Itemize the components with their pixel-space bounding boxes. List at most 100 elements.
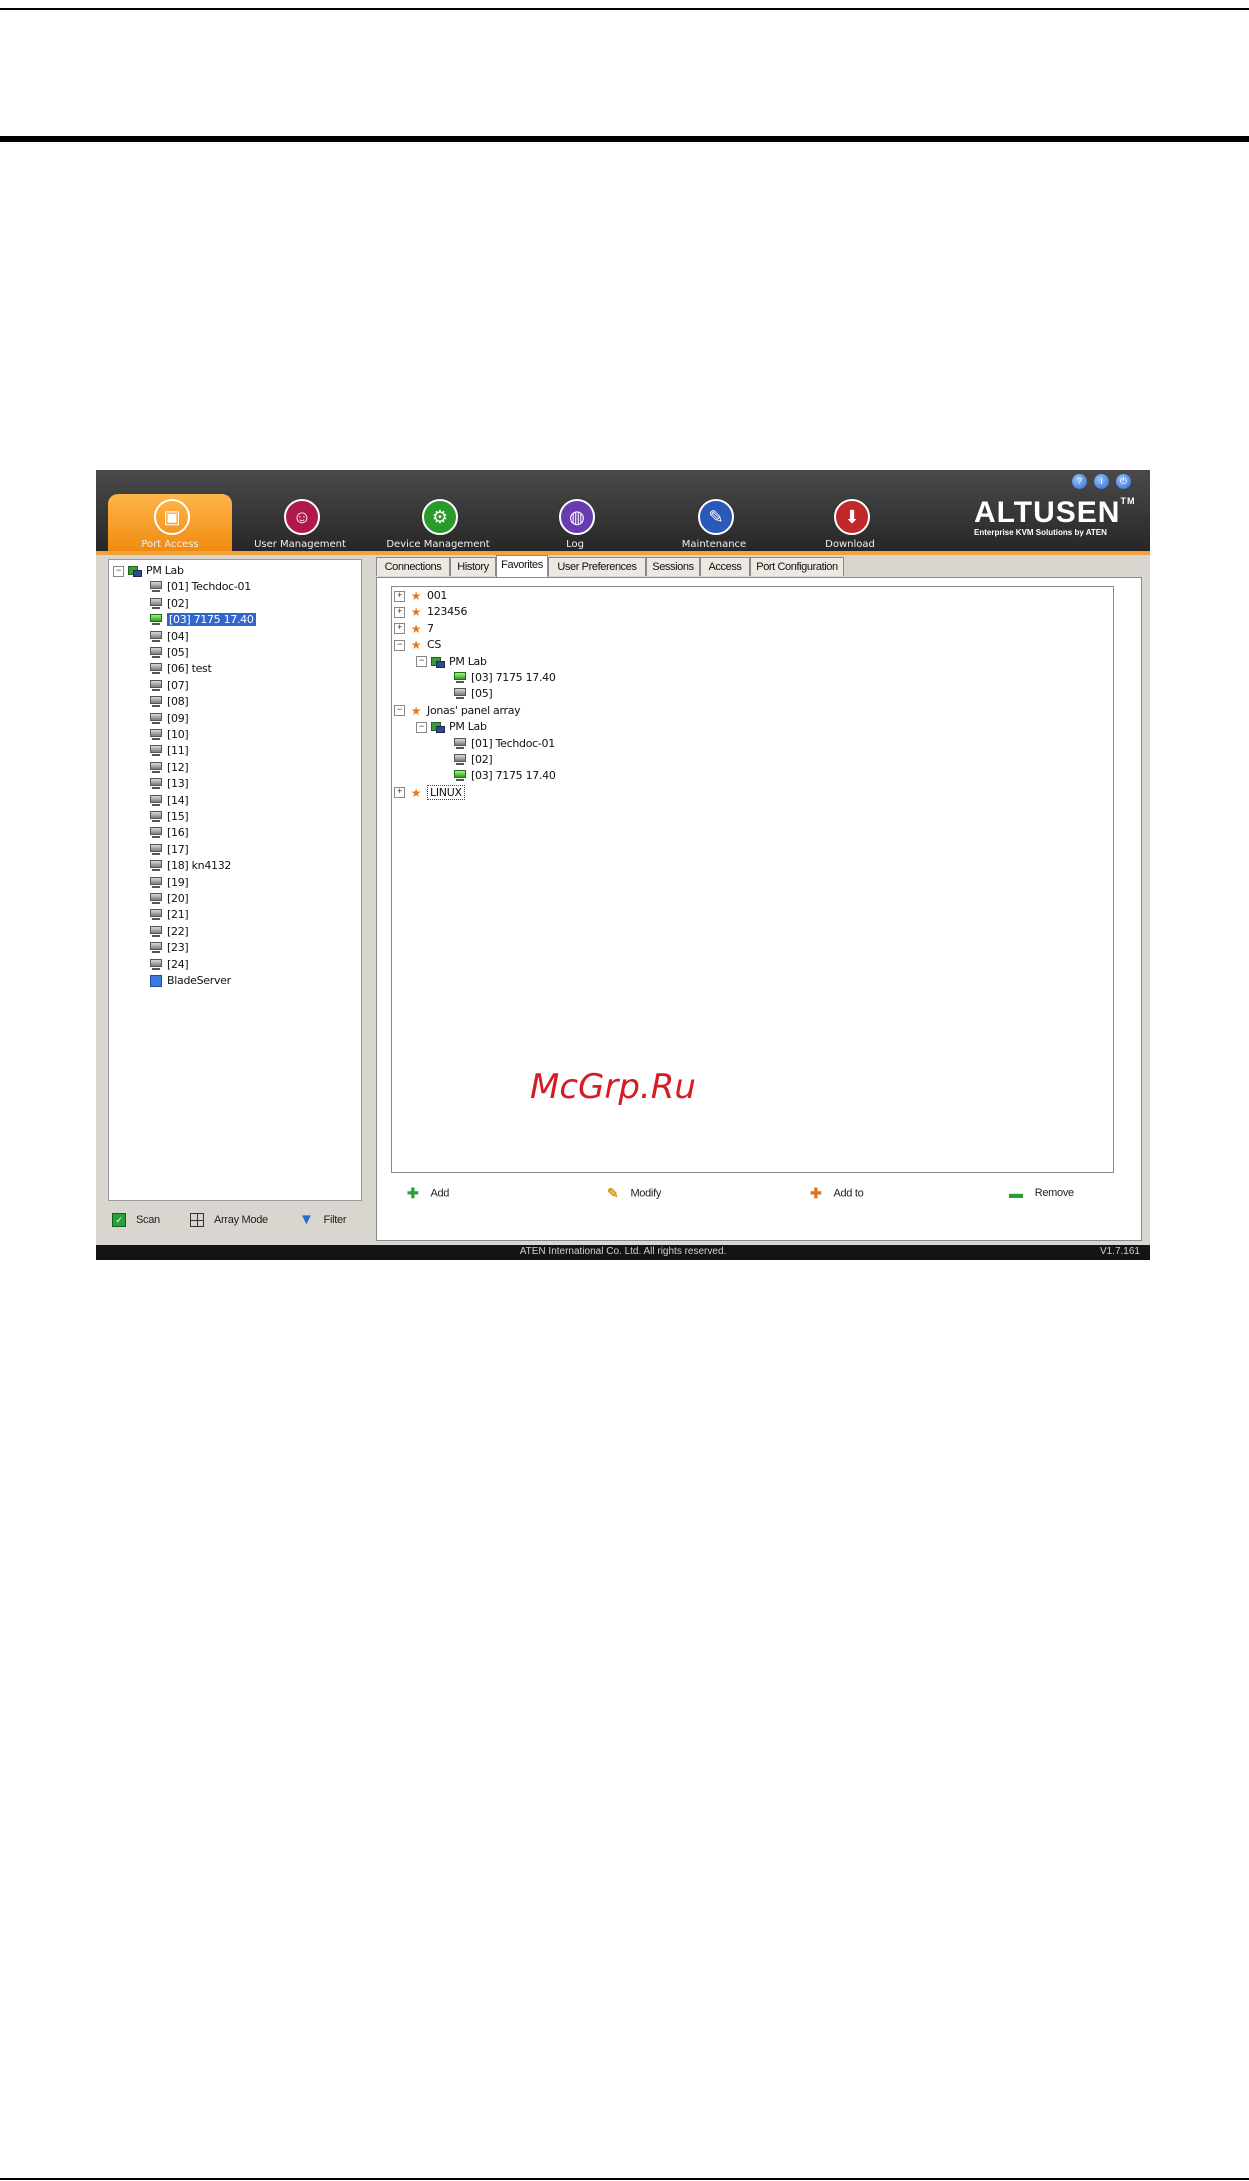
computer-port-icon: [149, 843, 163, 856]
port-item[interactable]: [14]: [149, 794, 189, 810]
computer-port-icon: [453, 770, 467, 782]
tab-connections[interactable]: Connections: [376, 557, 450, 576]
computer-port-icon: [453, 737, 467, 750]
port-item[interactable]: [15]: [149, 810, 189, 826]
port-item[interactable]: [06] test: [149, 662, 212, 678]
computer-port-icon: [149, 679, 163, 692]
favorite-item[interactable]: [01] Techdoc-01: [438, 737, 555, 753]
expand-icon[interactable]: +: [394, 787, 405, 799]
app-header: ▣ Port Access ☺ User Management ⚙ Device…: [96, 470, 1150, 553]
port-item[interactable]: [18] kn4132: [149, 859, 231, 875]
array-mode-button[interactable]: Array Mode: [190, 1213, 268, 1227]
tab-access[interactable]: Access: [700, 557, 750, 576]
expand-icon[interactable]: +: [394, 606, 405, 618]
blade-server-item[interactable]: BladeServer: [149, 974, 231, 990]
tab-user-preferences[interactable]: User Preferences: [548, 557, 646, 576]
port-item[interactable]: [04]: [149, 630, 189, 646]
tab-port-configuration[interactable]: Port Configuration: [750, 557, 844, 576]
modify-button[interactable]: ✎ Modify: [607, 1185, 661, 1202]
collapse-icon[interactable]: −: [394, 639, 405, 651]
version-text: V1.7.161: [1099, 1246, 1140, 1257]
computer-port-icon: [149, 794, 163, 807]
remove-button[interactable]: ▬ Remove: [1009, 1185, 1074, 1201]
port-tree-panel[interactable]: − PM Lab [01] Techdoc-01 [02] [03] 7175 17.4…: [108, 559, 362, 1201]
copyright-text: ATEN International Co. Ltd. All rights r…: [519, 1246, 727, 1257]
computer-port-icon: [149, 925, 163, 938]
favorite-item[interactable]: [03] 7175 17.40: [438, 671, 556, 687]
port-item[interactable]: [09]: [149, 712, 189, 728]
port-item[interactable]: [16]: [149, 826, 189, 842]
tab-history[interactable]: History: [450, 557, 496, 576]
log-icon: ◍: [559, 499, 595, 535]
port-item[interactable]: [12]: [149, 761, 189, 777]
favorite-item[interactable]: − PM Lab: [416, 720, 487, 736]
app-window: ▣ Port Access ☺ User Management ⚙ Device…: [96, 470, 1150, 1260]
port-item[interactable]: [07]: [149, 679, 189, 695]
port-item[interactable]: [22]: [149, 925, 189, 941]
favorite-star-icon: ★: [410, 785, 422, 800]
logout-icon[interactable]: ⏻: [1116, 474, 1131, 489]
favorite-star-icon: ★: [410, 703, 422, 718]
collapse-icon[interactable]: −: [113, 565, 124, 577]
port-item[interactable]: [10]: [149, 728, 189, 744]
expand-icon[interactable]: +: [394, 590, 405, 602]
computer-port-icon: [149, 958, 163, 971]
grid-icon: [190, 1213, 204, 1227]
filter-button[interactable]: ▼ Filter: [299, 1212, 346, 1227]
port-item[interactable]: [02]: [149, 597, 189, 613]
port-item[interactable]: [08]: [149, 695, 189, 711]
favorite-item[interactable]: − ★ Jonas' panel array: [394, 703, 521, 720]
nav-device-management[interactable]: ⚙ Device Management: [376, 494, 500, 552]
tree-root[interactable]: − PM Lab: [113, 564, 184, 580]
scan-button[interactable]: ✓ Scan: [112, 1213, 160, 1227]
help-icon[interactable]: ?: [1072, 474, 1087, 489]
computer-port-icon: [149, 893, 163, 905]
nav-user-management[interactable]: ☺ User Management: [238, 494, 362, 552]
computer-port-icon: [453, 754, 467, 766]
add-to-button[interactable]: ✚ Add to: [810, 1185, 864, 1202]
computer-port-icon: [149, 729, 163, 741]
port-item[interactable]: [21]: [149, 908, 189, 924]
computer-port-icon: [149, 942, 163, 954]
info-icon[interactable]: i: [1094, 474, 1109, 489]
favorite-item[interactable]: − PM Lab: [416, 655, 487, 671]
favorite-item[interactable]: [05]: [438, 687, 493, 703]
port-item[interactable]: [17]: [149, 843, 189, 859]
expand-icon[interactable]: +: [394, 623, 405, 635]
port-item[interactable]: [05]: [149, 646, 189, 662]
port-item[interactable]: [03] 7175 17.40: [149, 613, 256, 629]
add-button[interactable]: ✚ Add: [407, 1185, 449, 1202]
port-item[interactable]: [11]: [149, 744, 189, 760]
port-item[interactable]: [24]: [149, 958, 189, 974]
add-to-icon: ✚: [810, 1185, 822, 1201]
nav-download[interactable]: ⬇ Download: [788, 494, 912, 552]
nav-log[interactable]: ◍ Log: [513, 494, 637, 552]
favorite-item[interactable]: [02]: [438, 753, 493, 769]
port-item[interactable]: [01] Techdoc-01: [149, 580, 251, 596]
favorite-item[interactable]: + ★ 7: [394, 622, 434, 638]
computer-port-icon: [149, 745, 163, 757]
tab-sessions[interactable]: Sessions: [646, 557, 700, 576]
collapse-icon[interactable]: −: [416, 721, 427, 733]
collapse-icon[interactable]: −: [416, 656, 427, 668]
nav-port-access[interactable]: ▣ Port Access: [108, 494, 232, 552]
altusen-logo: ALTUSENTM Enterprise KVM Solutions by AT…: [974, 496, 1136, 537]
tab-favorites[interactable]: Favorites: [496, 555, 548, 578]
favorite-item[interactable]: [03] 7175 17.40: [438, 769, 556, 785]
port-item[interactable]: [23]: [149, 941, 189, 957]
port-item[interactable]: [20]: [149, 892, 189, 908]
port-item[interactable]: [13]: [149, 777, 189, 793]
computer-port-icon: [149, 630, 163, 643]
blade-server-icon: [149, 975, 163, 987]
collapse-icon[interactable]: −: [394, 705, 405, 717]
favorite-item[interactable]: + ★ 123456: [394, 605, 468, 621]
favorites-panel: + ★ 001 + ★ 123456 + ★ 7− ★ CS − PM Lab [03] 7175 17.…: [376, 577, 1142, 1241]
favorite-item[interactable]: + ★ 001: [394, 589, 447, 605]
favorite-item[interactable]: − ★ CS: [394, 638, 441, 654]
plus-icon: ✚: [407, 1185, 419, 1201]
favorite-item[interactable]: + ★ LINUX: [394, 784, 465, 802]
favorites-tree[interactable]: + ★ 001 + ★ 123456 + ★ 7− ★ CS − PM Lab [03] 7175 17.…: [391, 586, 1114, 1173]
nav-maintenance[interactable]: ✎ Maintenance: [652, 494, 776, 552]
port-item[interactable]: [19]: [149, 876, 189, 892]
device-management-icon: ⚙: [422, 499, 458, 535]
